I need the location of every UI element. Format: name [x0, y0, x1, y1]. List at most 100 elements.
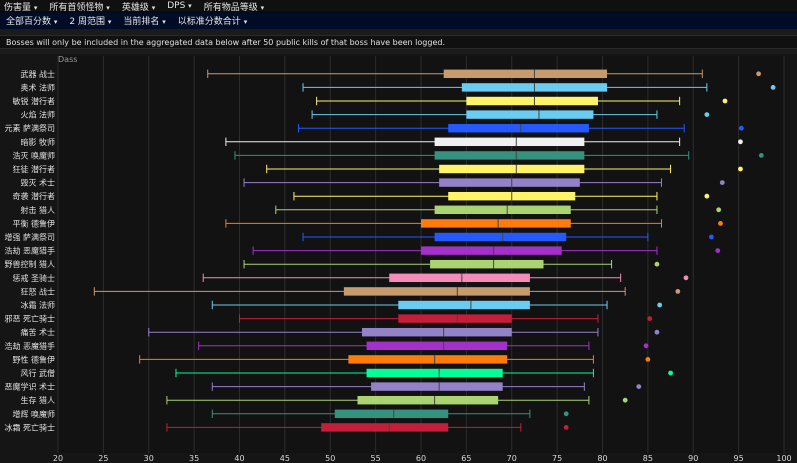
- outlier-point: [654, 329, 660, 335]
- category-label: 暗影 牧师: [20, 137, 55, 147]
- nav-timerange-dropdown[interactable]: 2 周范围 ▾: [69, 14, 111, 27]
- x-tick-label: 20: [53, 454, 63, 463]
- category-label: 冰霜 死亡骑士: [4, 422, 55, 432]
- category-label: 冰霜 法师: [20, 300, 55, 310]
- outlier-point: [756, 71, 761, 77]
- outlier-point: [563, 411, 569, 417]
- outlier-point: [738, 125, 744, 131]
- category-label: 增辉 唤魔师: [12, 409, 55, 419]
- x-tick-label: 45: [280, 454, 290, 463]
- category-label: 武器 战士: [20, 69, 55, 79]
- sub-nav: 全部百分数 ▾ 2 周范围 ▾ 当前排名 ▾ 以标准分数合计 ▾: [0, 11, 797, 29]
- box: [421, 219, 571, 228]
- box: [366, 368, 503, 378]
- chart-title: Dass: [58, 55, 77, 64]
- outlier-point: [657, 302, 663, 308]
- outlier-point: [716, 207, 722, 213]
- box: [362, 327, 512, 337]
- box: [439, 178, 580, 187]
- outlier-point: [715, 248, 721, 254]
- category-label: 痛苦 术士: [20, 327, 55, 337]
- box: [430, 259, 544, 269]
- outlier-point: [675, 289, 681, 294]
- box: [434, 232, 567, 242]
- x-tick-label: 100: [776, 454, 791, 463]
- outlier-point: [563, 425, 569, 430]
- x-tick-label: 65: [461, 454, 471, 463]
- x-tick-label: 75: [552, 454, 562, 463]
- outlier-point: [719, 180, 725, 185]
- outlier-point: [668, 370, 673, 376]
- outlier-point: [770, 85, 776, 90]
- nav-aggregation-dropdown[interactable]: 以标准分数合计 ▾: [178, 14, 247, 27]
- category-label: 敏锐 潜行者: [12, 96, 55, 106]
- box: [398, 300, 530, 310]
- outlier-point: [622, 397, 628, 403]
- x-tick-label: 55: [371, 454, 381, 463]
- category-label: 野性 德鲁伊: [12, 354, 55, 364]
- x-tick-label: 30: [144, 454, 154, 463]
- outlier-point: [704, 112, 710, 117]
- outlier-point: [704, 193, 710, 199]
- outlier-point: [647, 316, 653, 321]
- x-tick-label: 90: [688, 454, 698, 463]
- box: [321, 423, 449, 432]
- box: [343, 287, 530, 296]
- box: [466, 96, 598, 106]
- outlier-point: [654, 261, 660, 267]
- info-banner: Bosses will only be included in the aggr…: [0, 35, 797, 49]
- category-label: 生存 猎人: [20, 395, 55, 405]
- category-label: 毁灭 术士: [20, 178, 55, 188]
- x-tick-label: 85: [643, 454, 653, 463]
- category-label: 射击 猎人: [20, 205, 55, 215]
- category-label: 狂徒 潜行者: [12, 164, 55, 174]
- outlier-point: [643, 343, 649, 349]
- outlier-point: [645, 357, 651, 362]
- chart-area: Dass 20 25 30 35 40 45 50 55 60 65 70 75 80 85 90 95 100 武…: [0, 54, 797, 463]
- category-label: 邪恶 死亡骑士: [4, 314, 55, 324]
- category-label: 增强 萨满祭司: [4, 232, 55, 242]
- x-tick-label: 70: [507, 454, 517, 463]
- category-label: 元素 萨满祭司: [4, 123, 55, 133]
- outlier-point: [718, 221, 723, 226]
- box: [448, 123, 589, 133]
- outlier-point: [636, 384, 642, 389]
- nav-percentile-dropdown[interactable]: 全部百分数 ▾: [6, 14, 57, 27]
- box: [434, 151, 585, 160]
- box: [357, 395, 499, 405]
- category-label: 野兽控制 猎人: [4, 259, 55, 269]
- box: [439, 164, 585, 174]
- boxplot-chart: Dass 20 25 30 35 40 45 50 55 60 65 70 75 80 85 90 95 100 武…: [4, 55, 791, 463]
- box: [466, 110, 594, 119]
- category-label: 奇袭 潜行者: [12, 191, 55, 201]
- nav-ranking-dropdown[interactable]: 当前排名 ▾: [123, 14, 165, 27]
- outlier-point: [722, 98, 728, 104]
- box: [366, 341, 508, 351]
- category-label: 浩灭 唤魔师: [12, 150, 55, 160]
- box: [389, 273, 530, 283]
- category-label: 火焰 法师: [20, 110, 55, 120]
- nav-dps-dropdown[interactable]: DPS ▾: [167, 1, 191, 11]
- x-tick-label: 25: [98, 454, 108, 463]
- box: [398, 314, 512, 323]
- category-label: 浩劫 恶魔猎手: [4, 246, 55, 256]
- box: [348, 355, 508, 364]
- category-label: 恶魔学识 术士: [4, 382, 55, 392]
- outlier-point: [738, 139, 743, 145]
- outlier-point: [738, 166, 743, 172]
- box: [434, 205, 571, 215]
- category-label: 浩劫 恶魔猎手: [4, 341, 55, 351]
- outlier-point: [758, 153, 764, 158]
- box: [371, 382, 503, 391]
- x-tick-label: 40: [234, 454, 244, 463]
- x-tick-label: 80: [597, 454, 607, 463]
- category-label: 狂怒 战士: [20, 286, 55, 296]
- x-tick-label: 95: [734, 454, 744, 463]
- category-label: 奥术 法师: [20, 82, 55, 92]
- category-label: 平衡 德鲁伊: [12, 218, 55, 228]
- box: [434, 137, 585, 147]
- box: [334, 409, 449, 419]
- category-label: 风行 武僧: [20, 368, 55, 378]
- outlier-point: [709, 234, 714, 240]
- x-tick-label: 60: [416, 454, 426, 463]
